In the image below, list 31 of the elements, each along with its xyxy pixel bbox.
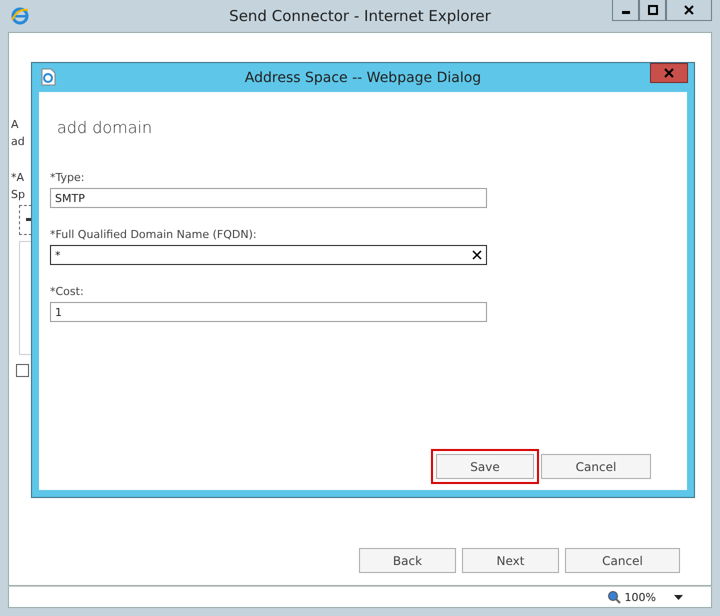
field-label: *Type: xyxy=(50,171,86,184)
clear-icon[interactable] xyxy=(472,250,482,260)
maximize-button[interactable] xyxy=(639,0,666,21)
dropdown-icon[interactable] xyxy=(674,594,683,600)
field-label: *Full Qualified Domain Name (FQDN): xyxy=(50,228,258,241)
zoom-icon[interactable] xyxy=(606,590,621,604)
zoom-level[interactable]: 100% xyxy=(624,590,656,604)
close-icon xyxy=(664,68,674,78)
input-field[interactable]: SMTP xyxy=(50,188,487,208)
dialog-button[interactable]: Save xyxy=(436,454,534,479)
input-field[interactable]: * xyxy=(50,245,487,265)
close-button[interactable] xyxy=(666,0,712,21)
page-text: A xyxy=(11,117,19,133)
page-icon xyxy=(40,68,56,86)
page-text: Sp xyxy=(11,187,25,203)
checkbox[interactable] xyxy=(16,364,29,377)
input-field[interactable]: 1 xyxy=(50,302,487,322)
wizard-button[interactable]: Back xyxy=(359,548,456,573)
dialog-heading: add domain xyxy=(57,118,154,137)
browser-logo-icon xyxy=(10,6,30,26)
wizard-button[interactable]: Next xyxy=(462,548,559,573)
dialog-title: Address Space -- Webpage Dialog xyxy=(244,70,482,86)
wizard-button[interactable]: Cancel xyxy=(565,548,680,573)
page-text: ad xyxy=(11,134,25,150)
field-label: *Cost: xyxy=(50,285,85,298)
maximize-icon xyxy=(648,5,658,15)
dialog-button[interactable]: Cancel xyxy=(541,454,651,479)
page-text: *A xyxy=(11,170,24,186)
close-icon xyxy=(684,5,694,15)
minimize-button[interactable] xyxy=(612,0,639,21)
window-title: Send Connector - Internet Explorer xyxy=(229,7,491,25)
